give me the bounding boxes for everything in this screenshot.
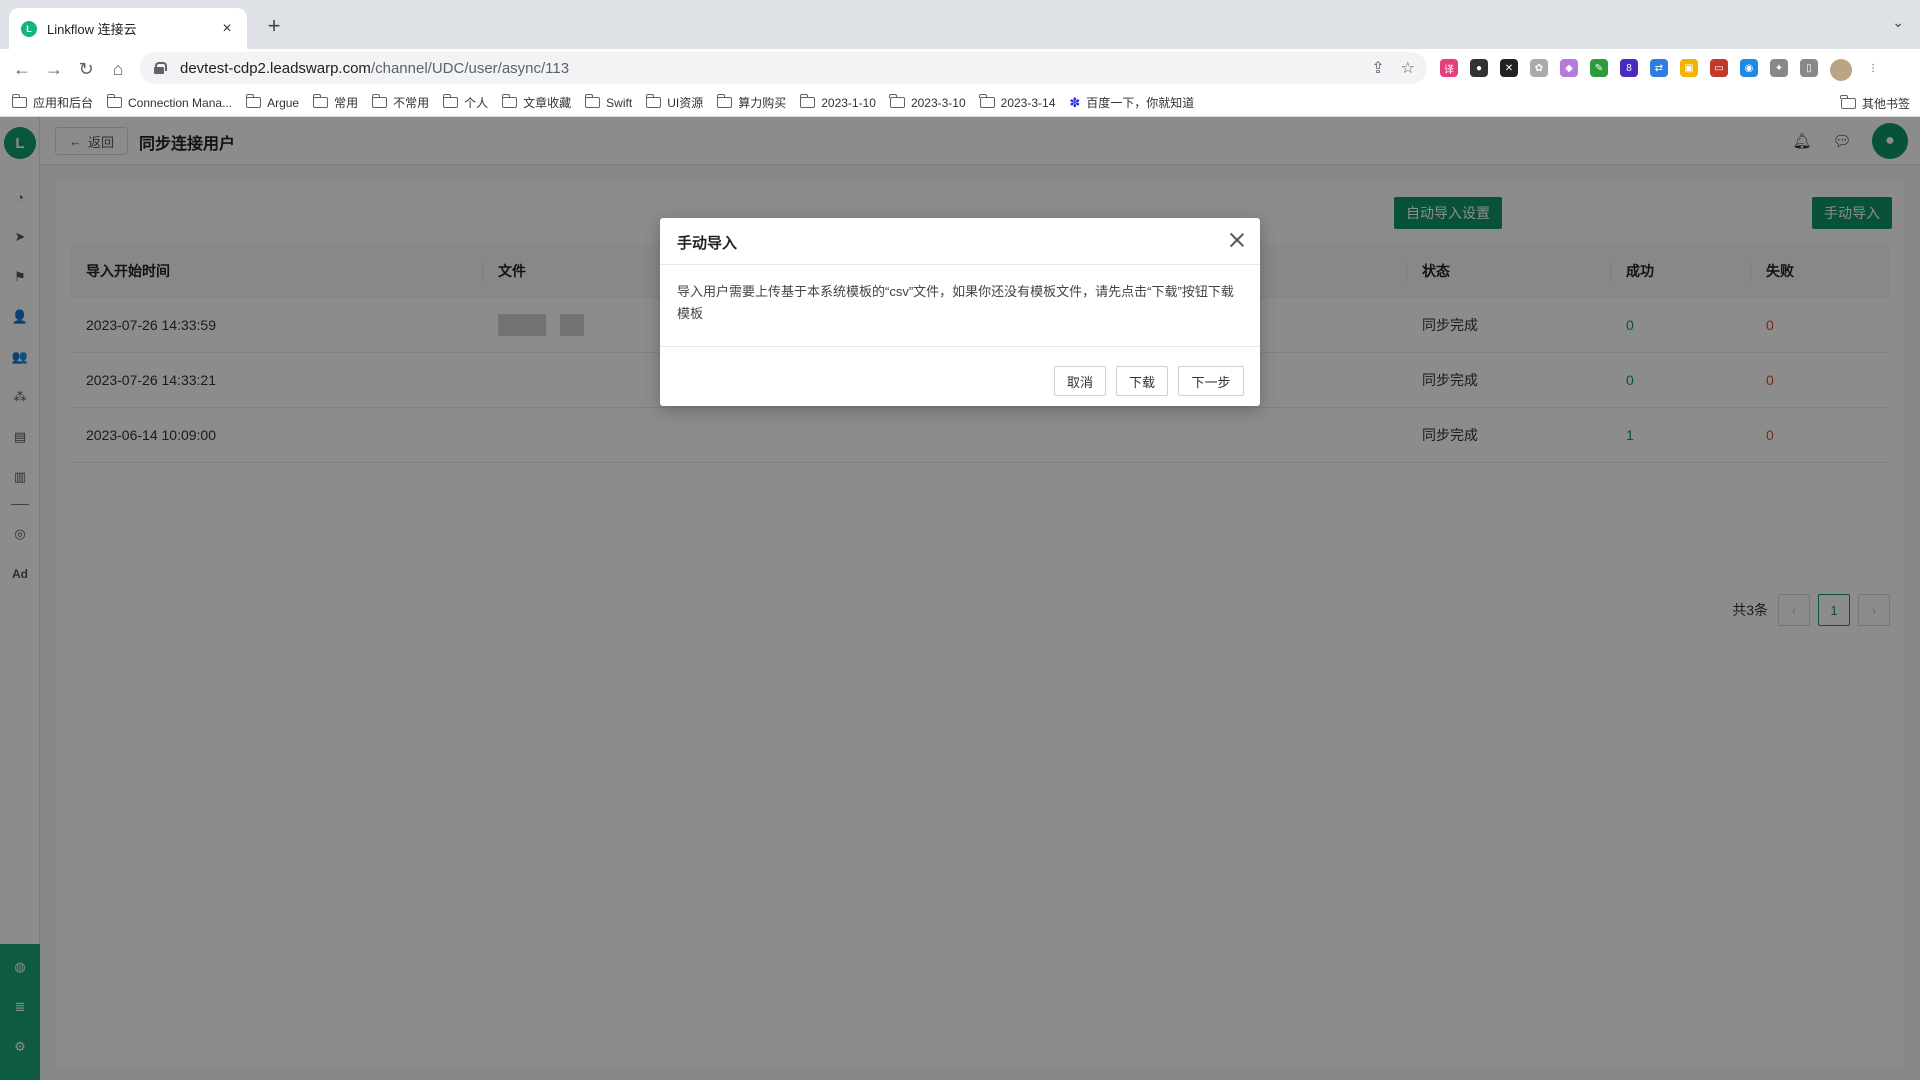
bookmark-label: 常用: [334, 96, 359, 110]
folder-icon: [979, 94, 995, 108]
linkflow-favicon-icon: L: [21, 20, 37, 37]
bookmark-folder[interactable]: 算力购买: [716, 94, 787, 111]
bookmark-folder[interactable]: 不常用: [371, 94, 430, 111]
cube-extension-icon[interactable]: 8: [1620, 59, 1638, 77]
folder-icon: [716, 94, 733, 108]
bookmark-label: 不常用: [393, 96, 430, 110]
url-path: /channel/UDC/user/async/113: [370, 59, 570, 77]
folder-icon: [312, 94, 329, 108]
other-bookmarks[interactable]: 其他书签: [1840, 95, 1910, 112]
folder-icon: [1840, 95, 1856, 109]
home-icon[interactable]: ⌂: [106, 57, 130, 81]
folder-icon: [889, 94, 905, 108]
tab-search-chevron-icon[interactable]: ⌄: [1892, 14, 1904, 31]
bookmark-label: 2023-1-10: [821, 95, 876, 110]
modal-footer: 取消 下载 下一步: [1054, 366, 1244, 396]
color-extension-icon[interactable]: ◆: [1560, 59, 1578, 77]
cross-extension-icon[interactable]: ✕: [1500, 59, 1518, 77]
browser-tabstrip: L Linkflow 连接云 × + ⌄: [0, 0, 1920, 49]
bookmark-label: 应用和后台: [33, 96, 94, 110]
bookmark-label: 个人: [464, 96, 489, 110]
bookmark-folder[interactable]: 常用: [312, 94, 359, 111]
folder-icon: [501, 94, 518, 108]
pen-extension-icon[interactable]: ✎: [1590, 59, 1608, 77]
bookmark-label: UI资源: [667, 96, 704, 110]
folder-icon: [645, 94, 662, 108]
sidebar-panel-icon[interactable]: ▯: [1800, 59, 1818, 77]
other-bookmarks-label: 其他书签: [1861, 97, 1910, 111]
folder-icon: [11, 94, 27, 108]
translate-extension-icon[interactable]: 译: [1440, 59, 1458, 77]
bookmark-label: Connection Mana...: [128, 95, 233, 110]
download-button[interactable]: 下载: [1116, 366, 1168, 396]
folder-icon: [245, 94, 262, 108]
folder-icon: [106, 94, 123, 108]
bookmark-label: Argue: [267, 95, 300, 110]
bookmark-label: 文章收藏: [523, 96, 572, 110]
bookmark-baidu[interactable]: ✽ 百度一下，你就知道: [1069, 94, 1194, 111]
bookmark-folder[interactable]: Swift: [584, 94, 633, 110]
cancel-button[interactable]: 取消: [1054, 366, 1106, 396]
bookmark-label: 2023-3-14: [1000, 95, 1056, 110]
tab-close-icon[interactable]: ×: [219, 20, 235, 38]
bookmark-label: 百度一下，你就知道: [1086, 96, 1195, 110]
bookmark-folder[interactable]: Argue: [245, 94, 300, 110]
bookmark-star-icon[interactable]: ☆: [1401, 58, 1415, 78]
bookmark-folder[interactable]: 文章收藏: [501, 94, 572, 111]
bookmark-folder[interactable]: 应用和后台: [11, 94, 94, 111]
bookmark-folder[interactable]: Connection Mana...: [106, 94, 233, 110]
folder-icon: [799, 94, 816, 108]
next-step-button[interactable]: 下一步: [1178, 366, 1244, 396]
modal-title: 手动导入: [677, 235, 738, 252]
reload-icon[interactable]: ↻: [74, 57, 98, 81]
bookmarks-bar: 应用和后台 Connection Mana... Argue 常用 不常用 个人…: [0, 89, 1920, 117]
bookmark-label: 2023-3-10: [910, 95, 966, 110]
modal-header: 手动导入: [660, 218, 1260, 265]
bookmark-folder[interactable]: 个人: [442, 94, 489, 111]
incognito-extension-icon[interactable]: ●: [1470, 59, 1488, 77]
browser-toolbar: ← → ↻ ⌂ devtest-cdp2.leadswarp.com/chann…: [0, 49, 1920, 89]
tab-title: Linkflow 连接云: [47, 22, 137, 37]
modal-body: 导入用户需要上传基于本系统模板的“csv”文件，如果你还没有模板文件，请先点击“…: [660, 265, 1260, 347]
manual-import-modal: 手动导入 导入用户需要上传基于本系统模板的“csv”文件，如果你还没有模板文件，…: [660, 218, 1260, 406]
note-extension-icon[interactable]: ▣: [1680, 59, 1698, 77]
browser-menu-icon[interactable]: ⋮: [1864, 59, 1882, 77]
forward-arrow-icon[interactable]: →: [42, 57, 66, 81]
lock-icon[interactable]: [154, 62, 167, 74]
bookmark-folder[interactable]: 2023-1-10: [799, 94, 876, 110]
folder-icon: [442, 94, 459, 108]
new-tab-button[interactable]: +: [260, 12, 288, 40]
bookmark-label: 算力购买: [738, 96, 787, 110]
url-host: devtest-cdp2.leadswarp.com: [180, 59, 371, 77]
bookmark-folder[interactable]: 2023-3-14: [979, 94, 1056, 110]
screen-extension-icon[interactable]: ▭: [1710, 59, 1728, 77]
share-icon[interactable]: ⇪: [1371, 58, 1384, 78]
browser-profile-avatar[interactable]: [1830, 59, 1852, 81]
extensions-row: 译 ● ✕ ✿ ◆ ✎ 8 ⇄ ▣ ▭ ◉ ✦ ▯ ⋮: [1440, 59, 1882, 81]
openai-extension-icon[interactable]: ✿: [1530, 59, 1548, 77]
bookmark-folder[interactable]: UI资源: [645, 94, 704, 111]
folder-icon: [371, 94, 388, 108]
bookmark-folder[interactable]: 2023-3-10: [889, 94, 966, 110]
puzzle-extensions-icon[interactable]: ✦: [1770, 59, 1788, 77]
folder-icon: [584, 94, 601, 108]
address-bar[interactable]: devtest-cdp2.leadswarp.com/channel/UDC/u…: [140, 52, 1427, 84]
drop-extension-icon[interactable]: ◉: [1740, 59, 1758, 77]
back-arrow-icon[interactable]: ←: [10, 57, 34, 81]
browser-tab[interactable]: L Linkflow 连接云 ×: [9, 8, 247, 49]
baidu-paw-icon: ✽: [1069, 94, 1081, 110]
close-icon[interactable]: [1229, 232, 1245, 248]
sync-extension-icon[interactable]: ⇄: [1650, 59, 1668, 77]
bookmark-label: Swift: [606, 95, 633, 110]
